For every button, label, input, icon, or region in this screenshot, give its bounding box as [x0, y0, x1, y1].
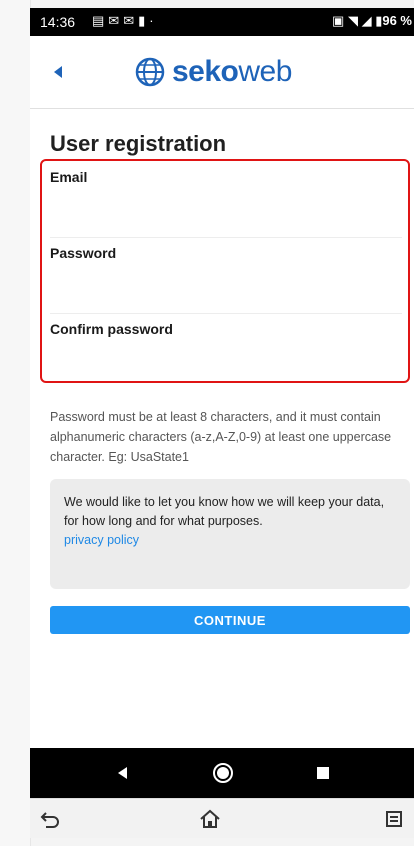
desktop-edge	[0, 0, 31, 846]
mail-icon: ✉	[123, 13, 139, 28]
password-label: Password	[50, 245, 117, 261]
password-hint: Password must be at least 8 characters, …	[50, 410, 392, 464]
recent-square-icon	[317, 767, 329, 779]
confirm-password-label: Confirm password	[50, 321, 173, 337]
return-button[interactable]	[38, 807, 62, 831]
back-button[interactable]	[48, 62, 68, 82]
email-field: Email	[50, 161, 406, 238]
privacy-text: We would like to let you know how we wil…	[64, 495, 385, 528]
back-arrow-icon	[54, 66, 62, 78]
notification-icons: ▤✉✉▮·	[92, 13, 158, 29]
nav-back-button[interactable]	[110, 760, 136, 786]
confirm-password-input[interactable]	[50, 343, 406, 381]
browser-bottom-bar	[30, 798, 414, 838]
wifi-icon: ◥	[347, 13, 358, 28]
signal-icon: ◢	[361, 13, 372, 28]
confirm-password-field: Confirm password	[50, 313, 406, 389]
globe-icon	[135, 57, 165, 87]
battery-text: 96 %	[382, 13, 412, 28]
password-field: Password	[50, 237, 406, 314]
back-triangle-icon	[118, 767, 127, 779]
menu-icon	[386, 811, 402, 827]
privacy-notice: We would like to let you know how we wil…	[50, 479, 410, 589]
page-title: User registration	[50, 131, 227, 156]
browser-menu-button[interactable]	[382, 807, 406, 831]
home-circle-icon	[213, 763, 233, 783]
email-label: Email	[50, 169, 88, 185]
nav-home-button[interactable]	[210, 760, 236, 786]
message-icon: ▤	[92, 13, 109, 28]
brand-light: web	[238, 55, 292, 88]
browser-home-button[interactable]	[198, 807, 222, 831]
sim-icon: ▮	[138, 13, 150, 28]
system-nav-bar	[30, 748, 414, 798]
sekoweb-logo: seko web	[134, 52, 292, 92]
password-input[interactable]	[50, 267, 406, 305]
credentials-form: Email Password Confirm password	[40, 159, 410, 383]
mail-icon: ✉	[108, 13, 124, 28]
app-header: seko web	[30, 36, 414, 109]
status-bar: 14:36 ▤✉✉▮· ▣ ◥ ◢ ▮96 %	[30, 8, 414, 36]
dot-icon: ·	[149, 13, 158, 28]
nav-recent-button[interactable]	[310, 760, 336, 786]
phone-screen: 14:36 ▤✉✉▮· ▣ ◥ ◢ ▮96 % seko web User re…	[30, 8, 414, 838]
return-arrow-icon	[40, 812, 59, 828]
status-right: ▣ ◥ ◢ ▮96 %	[332, 13, 412, 29]
brand-bold: seko	[172, 55, 239, 88]
home-icon	[200, 809, 220, 828]
email-input[interactable]	[50, 191, 406, 229]
privacy-policy-link[interactable]: privacy policy	[64, 533, 139, 547]
continue-button[interactable]: CONTINUE	[50, 606, 410, 634]
cast-icon: ▣	[332, 13, 345, 28]
status-time: 14:36	[40, 14, 76, 30]
privacy-text-block: We would like to let you know how we wil…	[64, 493, 394, 550]
